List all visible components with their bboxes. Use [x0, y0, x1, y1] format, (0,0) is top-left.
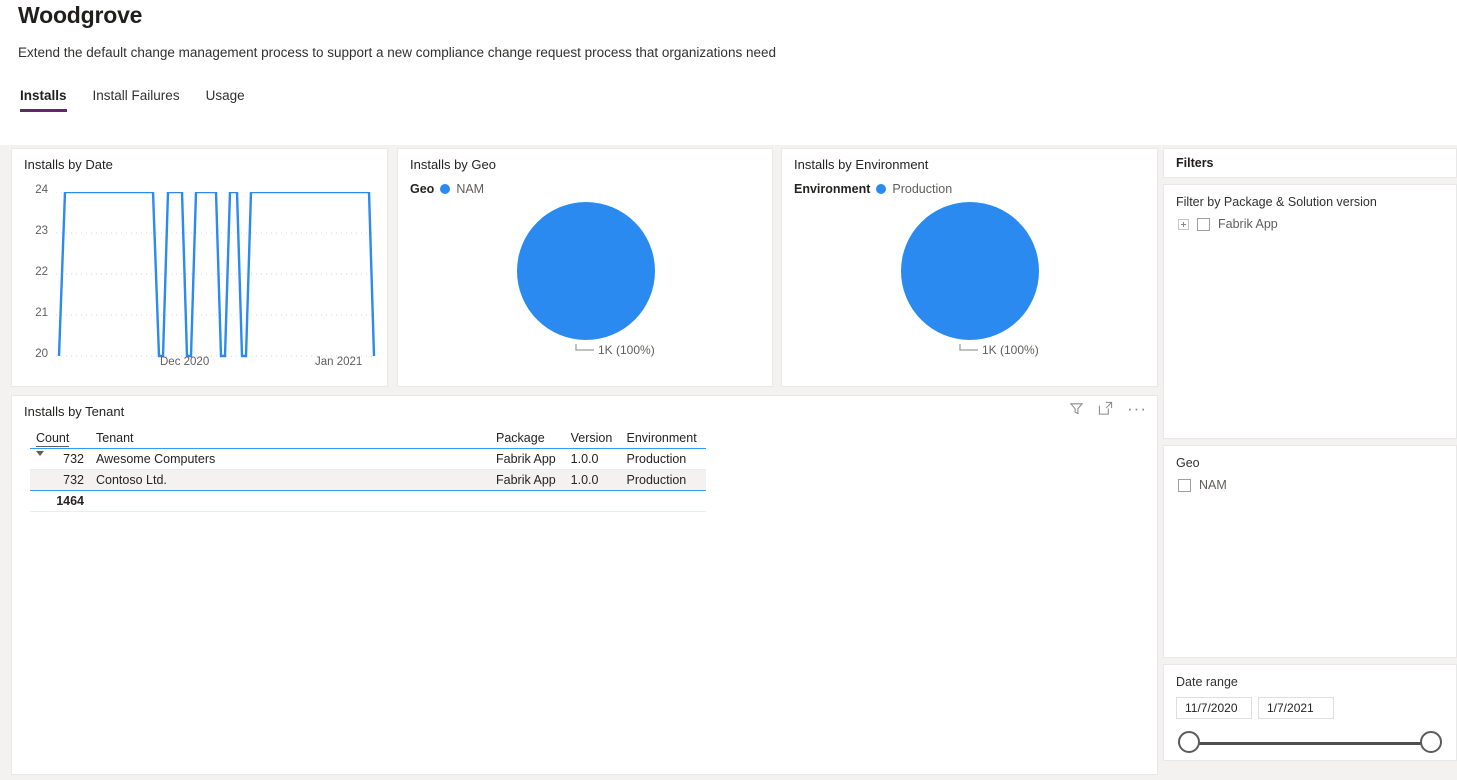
cell-version: 1.0.0: [564, 469, 621, 491]
table-row[interactable]: 732 Contoso Ltd. Fabrik App 1.0.0 Produc…: [30, 469, 706, 491]
slider-handle-start[interactable]: [1178, 731, 1200, 753]
column-header-version[interactable]: Version: [565, 431, 621, 449]
slider-handle-end[interactable]: [1420, 731, 1442, 753]
filters-pane-title: Filters: [1163, 148, 1457, 178]
table-total-row: 1464: [30, 490, 706, 512]
cell-tenant: Awesome Computers: [90, 448, 490, 470]
filter-item-nam[interactable]: NAM: [1176, 478, 1444, 492]
cell-environment: Production: [620, 469, 706, 491]
legend-title-geo: Geo: [410, 182, 435, 196]
filter-title-package: Filter by Package & Solution version: [1176, 195, 1377, 209]
more-options-icon[interactable]: ···: [1127, 400, 1147, 417]
cell-version: 1.0.0: [564, 448, 621, 470]
cell-package: Fabrik App: [490, 469, 565, 491]
visual-header-icons: ···: [1069, 400, 1147, 417]
legend-label-production: Production: [892, 182, 953, 196]
filter-label-nam: NAM: [1199, 478, 1227, 492]
pie-chart-geo: 1K (100%): [398, 196, 772, 381]
line-chart-body: 24 23 22 21 20 Dec 2020 Jan 2021: [12, 172, 387, 372]
visuals-area: Installs by Date 24 23 22 21 20 Dec 2020…: [11, 148, 1158, 780]
checkbox-nam[interactable]: [1178, 478, 1191, 492]
page-title: Woodgrove: [18, 2, 143, 28]
filters-pane: Filters Filter by Package & Solution ver…: [1163, 148, 1457, 780]
sort-underline: [36, 446, 70, 447]
column-header-tenant[interactable]: Tenant: [90, 431, 490, 449]
filter-card-package[interactable]: Filter by Package & Solution version Fab…: [1163, 184, 1457, 439]
column-header-environment[interactable]: Environment: [621, 431, 707, 449]
visual-title-installs-by-date: Installs by Date: [24, 157, 113, 172]
page-subtitle: Extend the default change management pro…: [18, 45, 776, 60]
cell-tenant: Contoso Ltd.: [90, 469, 490, 491]
legend-geo: Geo NAM: [398, 172, 772, 196]
date-start-input[interactable]: [1176, 697, 1252, 719]
report-page: Woodgrove Extend the default change mana…: [0, 0, 1457, 780]
filter-icon[interactable]: [1069, 401, 1084, 416]
pie-environment-svg: 1K (100%): [901, 202, 1039, 357]
line-chart-plot: [56, 192, 376, 358]
cell-total-tenant: [90, 490, 490, 512]
visual-installs-by-date[interactable]: Installs by Date 24 23 22 21 20 Dec 2020…: [11, 148, 388, 387]
y-axis-tick-24: 24: [35, 184, 48, 196]
date-range-slider[interactable]: [1178, 731, 1442, 755]
pie-chart-environment: 1K (100%): [782, 196, 1157, 381]
cell-environment: Production: [620, 448, 706, 470]
cell-package: Fabrik App: [490, 448, 565, 470]
tab-install-failures[interactable]: Install Failures: [93, 88, 180, 112]
legend-title-environment: Environment: [794, 182, 871, 196]
y-axis-tick-23: 23: [35, 225, 48, 237]
date-range-inputs: [1176, 697, 1444, 719]
cell-count: 732: [30, 469, 90, 491]
pie-geo-svg: 1K (100%): [517, 202, 655, 357]
filter-label-fabrik-app: Fabrik App: [1218, 217, 1278, 231]
cell-total-version: [564, 490, 621, 512]
table-body: 732 Awesome Computers Fabrik App 1.0.0 P…: [30, 448, 706, 512]
legend-swatch-icon: [876, 184, 887, 194]
table-header-row: Count Tenant Package Version Environment: [30, 431, 707, 456]
column-header-count[interactable]: Count: [30, 431, 90, 456]
column-header-count-label: Count: [36, 431, 70, 445]
x-axis-tick-dec-2020: Dec 2020: [160, 356, 210, 368]
cell-total-environment: [620, 490, 706, 512]
tab-bar: Installs Install Failures Usage: [0, 60, 1457, 112]
tenant-table: Count Tenant Package Version Environment: [30, 431, 706, 512]
cell-total-count: 1464: [30, 490, 90, 512]
y-axis-tick-22: 22: [35, 266, 48, 278]
pie-data-label-environment: 1K (100%): [982, 343, 1039, 357]
filter-card-geo[interactable]: Geo NAM: [1163, 445, 1457, 658]
checkbox-fabrik-app[interactable]: [1197, 217, 1210, 231]
x-axis-tick-jan-2021: Jan 2021: [315, 356, 363, 368]
filter-title-geo: Geo: [1176, 456, 1200, 470]
legend-environment: Environment Production: [782, 172, 1157, 196]
y-axis-tick-21: 21: [35, 307, 48, 319]
visual-title-installs-by-environment: Installs by Environment: [794, 157, 929, 172]
filter-card-date-range[interactable]: Date range: [1163, 664, 1457, 761]
filter-item-fabrik-app[interactable]: Fabrik App: [1176, 217, 1444, 231]
y-axis-tick-20: 20: [35, 348, 48, 360]
pie-data-label-geo: 1K (100%): [598, 343, 655, 357]
tab-usage[interactable]: Usage: [206, 88, 245, 112]
visual-title-installs-by-geo: Installs by Geo: [410, 157, 496, 172]
column-header-package[interactable]: Package: [490, 431, 565, 449]
report-canvas: Installs by Date 24 23 22 21 20 Dec 2020…: [0, 145, 1457, 780]
table-row[interactable]: 732 Awesome Computers Fabrik App 1.0.0 P…: [30, 448, 706, 470]
cell-total-package: [490, 490, 565, 512]
legend-label-nam: NAM: [456, 182, 485, 196]
table-header: Count Tenant Package Version Environment: [30, 431, 707, 456]
filter-title-date-range: Date range: [1176, 675, 1238, 689]
focus-mode-icon[interactable]: [1098, 401, 1113, 416]
visual-installs-by-environment[interactable]: Installs by Environment Environment Prod…: [781, 148, 1158, 387]
tab-installs[interactable]: Installs: [20, 88, 67, 112]
slider-track: [1188, 742, 1432, 745]
page-header: Woodgrove Extend the default change mana…: [0, 0, 1457, 60]
visual-installs-by-tenant[interactable]: Installs by Tenant ··· Count Tenant Pack…: [11, 395, 1158, 775]
legend-swatch-icon: [440, 184, 451, 194]
visual-title-installs-by-tenant: Installs by Tenant: [24, 404, 125, 419]
sort-descending-icon: [36, 451, 44, 456]
expand-icon[interactable]: [1178, 218, 1189, 230]
visual-installs-by-geo[interactable]: Installs by Geo Geo NAM 1K (100%): [397, 148, 773, 387]
date-end-input[interactable]: [1258, 697, 1334, 719]
